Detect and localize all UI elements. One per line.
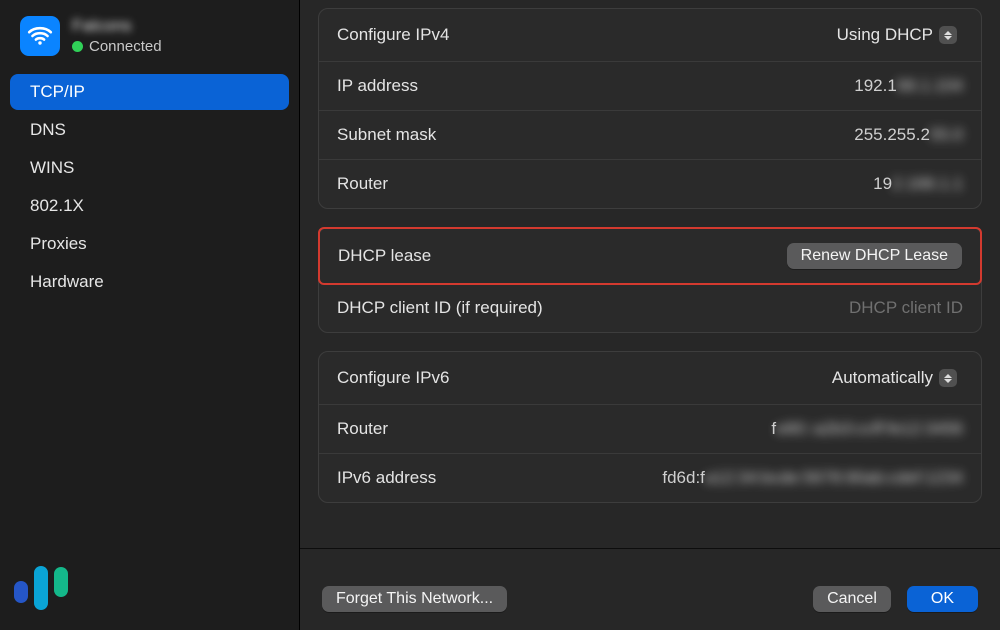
forget-network-button[interactable]: Forget This Network... bbox=[322, 586, 507, 612]
value-router-v6: fe80::a2b3:ccff:fe12:3456 bbox=[771, 419, 963, 439]
main-content: Configure IPv4 Using DHCP IP address 192… bbox=[300, 0, 1000, 630]
row-dhcp-client-id: DHCP client ID (if required) DHCP client… bbox=[319, 284, 981, 332]
status-text: Connected bbox=[89, 38, 162, 55]
label-router-v4: Router bbox=[337, 174, 388, 194]
sidebar-item-label: 802.1X bbox=[30, 196, 84, 215]
sidebar-item-8021x[interactable]: 802.1X bbox=[10, 188, 289, 224]
row-router-v6: Router fe80::a2b3:ccff:fe12:3456 bbox=[319, 405, 981, 454]
label-dhcp-lease: DHCP lease bbox=[338, 246, 431, 266]
highlight-box: DHCP lease Renew DHCP Lease bbox=[318, 227, 982, 285]
network-header: Falcons Connected bbox=[0, 14, 299, 66]
select-value: Automatically bbox=[832, 368, 933, 388]
sidebar-item-label: Proxies bbox=[30, 234, 87, 253]
sidebar-item-dns[interactable]: DNS bbox=[10, 112, 289, 148]
value-router-v4: 192.168.1.1 bbox=[873, 174, 963, 194]
sidebar-nav: TCP/IP DNS WINS 802.1X Proxies Hardware bbox=[0, 74, 299, 300]
renew-dhcp-lease-button[interactable]: Renew DHCP Lease bbox=[787, 243, 962, 269]
value-ipv6-address: fd6d:fa12:34:bcde:5678:90ab:cdef:1234 bbox=[662, 468, 963, 488]
cancel-button[interactable]: Cancel bbox=[813, 586, 891, 612]
sidebar-item-label: TCP/IP bbox=[30, 82, 85, 101]
label-configure-ipv6: Configure IPv6 bbox=[337, 368, 449, 388]
row-dhcp-lease: DHCP lease Renew DHCP Lease bbox=[320, 229, 980, 283]
value-ip-address: 192.168.1.104 bbox=[854, 76, 963, 96]
ipv6-group: Configure IPv6 Automatically Router fe80… bbox=[318, 351, 982, 503]
sidebar-item-hardware[interactable]: Hardware bbox=[10, 264, 289, 300]
sidebar-item-wins[interactable]: WINS bbox=[10, 150, 289, 186]
label-configure-ipv4: Configure IPv4 bbox=[337, 25, 449, 45]
chevron-updown-icon bbox=[939, 26, 957, 44]
sidebar-item-label: WINS bbox=[30, 158, 74, 177]
value-subnet-mask: 255.255.255.0 bbox=[854, 125, 963, 145]
row-configure-ipv6: Configure IPv6 Automatically bbox=[319, 352, 981, 405]
dhcp-group: DHCP lease Renew DHCP Lease DHCP client … bbox=[318, 227, 982, 333]
sidebar-item-tcpip[interactable]: TCP/IP bbox=[10, 74, 289, 110]
chevron-updown-icon bbox=[939, 369, 957, 387]
select-configure-ipv6[interactable]: Automatically bbox=[822, 366, 963, 390]
app-logo-icon bbox=[14, 561, 68, 616]
label-ip-address: IP address bbox=[337, 76, 418, 96]
row-configure-ipv4: Configure IPv4 Using DHCP bbox=[319, 9, 981, 62]
status-dot-icon bbox=[72, 41, 83, 52]
row-ipv6-address: IPv6 address fd6d:fa12:34:bcde:5678:90ab… bbox=[319, 454, 981, 502]
sidebar-item-label: DNS bbox=[30, 120, 66, 139]
row-router-v4: Router 192.168.1.1 bbox=[319, 160, 981, 208]
row-ip-address: IP address 192.168.1.104 bbox=[319, 62, 981, 111]
label-router-v6: Router bbox=[337, 419, 388, 439]
footer: Forget This Network... Cancel OK bbox=[300, 548, 1000, 630]
sidebar: Falcons Connected TCP/IP DNS WINS 802.1X… bbox=[0, 0, 300, 630]
label-ipv6-address: IPv6 address bbox=[337, 468, 436, 488]
ipv4-group: Configure IPv4 Using DHCP IP address 192… bbox=[318, 8, 982, 209]
label-dhcp-client-id: DHCP client ID (if required) bbox=[337, 298, 543, 318]
wifi-icon bbox=[20, 16, 60, 56]
sidebar-item-proxies[interactable]: Proxies bbox=[10, 226, 289, 262]
select-value: Using DHCP bbox=[837, 25, 933, 45]
network-name: Falcons bbox=[72, 16, 162, 36]
sidebar-item-label: Hardware bbox=[30, 272, 104, 291]
ok-button[interactable]: OK bbox=[907, 586, 978, 612]
dhcp-client-id-input[interactable]: DHCP client ID bbox=[849, 298, 963, 318]
connection-status: Connected bbox=[72, 38, 162, 55]
row-subnet-mask: Subnet mask 255.255.255.0 bbox=[319, 111, 981, 160]
label-subnet-mask: Subnet mask bbox=[337, 125, 436, 145]
select-configure-ipv4[interactable]: Using DHCP bbox=[827, 23, 963, 47]
